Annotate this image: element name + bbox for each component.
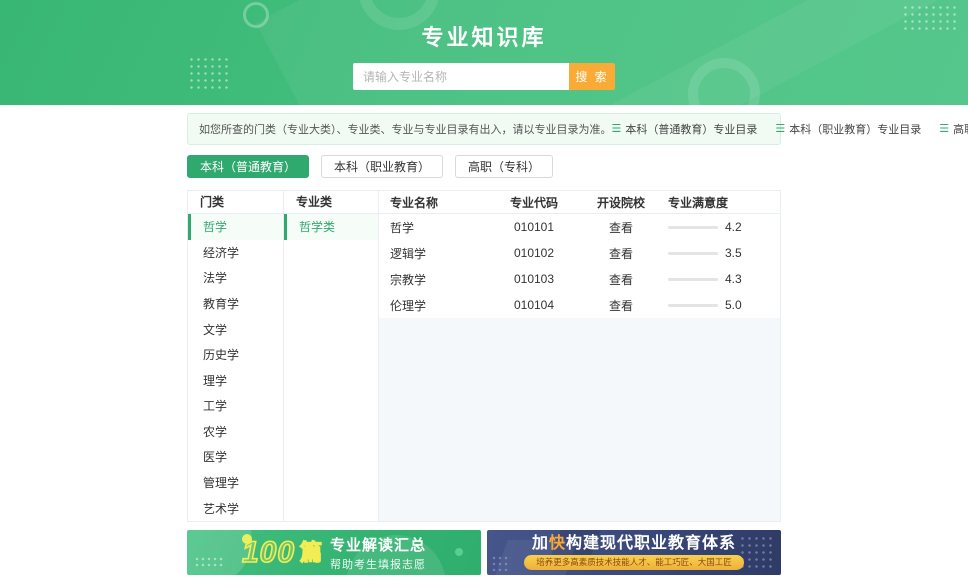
major-name: 伦理学 — [379, 297, 488, 314]
majors-table: 门类 哲学 经济学 法学 教育学 文学 历史学 理学 工学 农学 医学 管理学 … — [187, 190, 781, 522]
category-item[interactable]: 文学 — [188, 316, 283, 342]
table-row: 哲学 010101 查看 4.2 — [379, 214, 780, 240]
column-header-category: 门类 — [188, 191, 283, 214]
category-item[interactable]: 管理学 — [188, 470, 283, 496]
list-icon: ☰ — [775, 124, 785, 135]
search-button[interactable]: 搜 索 — [569, 63, 615, 90]
major-code: 010103 — [488, 272, 580, 286]
search-input[interactable] — [353, 63, 569, 90]
satisfaction-bar — [668, 278, 718, 281]
satisfaction-bar — [668, 252, 718, 255]
list-icon: ☰ — [612, 124, 622, 135]
banner-vocational-education[interactable]: 加快构建现代职业教育体系 培养更多高素质技术技能人才、能工巧匠、大国工匠 — [487, 530, 781, 575]
empty-panel-area — [379, 318, 780, 521]
table-row: 伦理学 010104 查看 5.0 — [379, 292, 780, 318]
major-code: 010102 — [488, 246, 580, 260]
catalog-link-label: 本科（职业教育）专业目录 — [789, 121, 921, 137]
page-header: 专业知识库 搜 索 — [0, 0, 968, 105]
major-name: 宗教学 — [379, 271, 488, 288]
notice-text: 如您所查的门类（专业大类）、专业类、专业与专业目录有出入，请以专业目录为准。 — [199, 121, 612, 137]
satisfaction-value: 3.5 — [725, 246, 742, 260]
column-header-school: 开设院校 — [580, 194, 662, 211]
column-header-name: 专业名称 — [379, 194, 488, 211]
category-item[interactable]: 艺术学 — [188, 495, 283, 521]
major-name: 哲学 — [379, 219, 488, 236]
category-item[interactable]: 医学 — [188, 444, 283, 470]
tab-gaozhi[interactable]: 高职（专科） — [455, 155, 553, 178]
category-item[interactable]: 理学 — [188, 367, 283, 393]
satisfaction-cell: 3.5 — [662, 246, 780, 260]
satisfaction-cell: 5.0 — [662, 298, 780, 312]
column-header-code: 专业代码 — [488, 194, 580, 211]
satisfaction-bar — [668, 304, 718, 307]
catalog-link-benke-putong[interactable]: ☰ 本科（普通教育）专业目录 — [612, 121, 758, 137]
banner-subtitle: 帮助考生填报志愿 — [330, 556, 426, 572]
major-class-column: 专业类 哲学类 — [284, 191, 379, 521]
category-item[interactable]: 法学 — [188, 265, 283, 291]
banner-title: 专业解读汇总 — [330, 534, 426, 555]
view-schools-link[interactable]: 查看 — [580, 297, 662, 314]
detail-header-row: 专业名称 专业代码 开设院校 专业满意度 — [379, 191, 780, 214]
category-item[interactable]: 经济学 — [188, 240, 283, 266]
major-name: 逻辑学 — [379, 245, 488, 262]
dot-grid-decoration — [188, 56, 230, 90]
majors-detail-panel: 专业名称 专业代码 开设院校 专业满意度 哲学 010101 查看 4.2 逻辑… — [379, 191, 780, 521]
promo-banners: 100 篇 专业解读汇总 帮助考生填报志愿 加快构建现代职业教育体系 培养更多高… — [187, 530, 781, 575]
category-item[interactable]: 工学 — [188, 393, 283, 419]
column-header-satisfaction: 专业满意度 — [662, 194, 780, 211]
catalog-link-benke-zhiye[interactable]: ☰ 本科（职业教育）专业目录 — [775, 121, 921, 137]
tab-benke-putong[interactable]: 本科（普通教育） — [187, 155, 309, 178]
satisfaction-value: 5.0 — [725, 298, 742, 312]
catalog-link-label: 本科（普通教育）专业目录 — [625, 121, 757, 137]
page-title: 专业知识库 — [0, 0, 968, 52]
view-schools-link[interactable]: 查看 — [580, 271, 662, 288]
banner-subtitle-pill: 培养更多高素质技术技能人才、能工巧匠、大国工匠 — [524, 555, 744, 570]
satisfaction-bar — [668, 226, 718, 229]
category-item[interactable]: 农学 — [188, 419, 283, 445]
view-schools-link[interactable]: 查看 — [580, 219, 662, 236]
category-item[interactable]: 历史学 — [188, 342, 283, 368]
major-code: 010101 — [488, 220, 580, 234]
banner-number-unit: 篇 — [300, 542, 322, 564]
list-icon: ☰ — [939, 124, 949, 135]
satisfaction-cell: 4.3 — [662, 272, 780, 286]
tab-benke-zhiye[interactable]: 本科（职业教育） — [321, 155, 443, 178]
banner-number: 100 — [242, 538, 295, 568]
category-item[interactable]: 教育学 — [188, 291, 283, 317]
banner-major-guides[interactable]: 100 篇 专业解读汇总 帮助考生填报志愿 — [187, 530, 481, 575]
column-header-major-class: 专业类 — [284, 191, 378, 214]
satisfaction-value: 4.3 — [725, 272, 742, 286]
satisfaction-value: 4.2 — [725, 220, 742, 234]
satisfaction-cell: 4.2 — [662, 220, 780, 234]
catalog-link-gaozhi[interactable]: ☰ 高职（专科）专业目录 — [939, 121, 968, 137]
major-class-item[interactable]: 哲学类 — [284, 214, 378, 240]
category-column: 门类 哲学 经济学 法学 教育学 文学 历史学 理学 工学 农学 医学 管理学 … — [188, 191, 284, 521]
table-row: 宗教学 010103 查看 4.3 — [379, 266, 780, 292]
major-code: 010104 — [488, 298, 580, 312]
search-bar: 搜 索 — [353, 63, 615, 90]
catalog-notice-bar: 如您所查的门类（专业大类）、专业类、专业与专业目录有出入，请以专业目录为准。 ☰… — [187, 113, 781, 145]
table-row: 逻辑学 010102 查看 3.5 — [379, 240, 780, 266]
catalog-link-label: 高职（专科）专业目录 — [953, 121, 968, 137]
banner-title: 加快构建现代职业教育体系 — [532, 535, 736, 553]
view-schools-link[interactable]: 查看 — [580, 245, 662, 262]
education-level-tabs: 本科（普通教育） 本科（职业教育） 高职（专科） — [187, 155, 781, 178]
category-item[interactable]: 哲学 — [188, 214, 283, 240]
